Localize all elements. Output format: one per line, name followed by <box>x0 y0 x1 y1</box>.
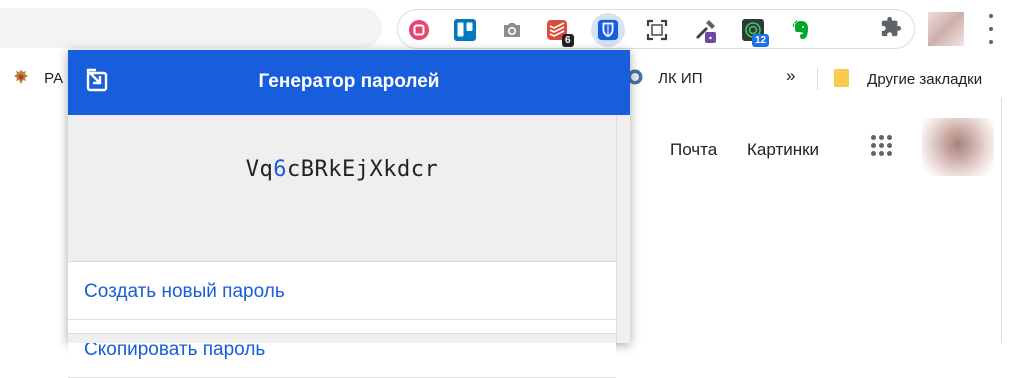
apps-dot <box>871 143 876 148</box>
color-picker-icon <box>696 20 716 43</box>
images-link[interactable]: Картинки <box>747 140 819 160</box>
apps-dot <box>887 151 892 156</box>
apps-dot <box>879 151 884 156</box>
generated-password: Vq6cBRkEjXkdcr <box>68 157 616 182</box>
copy-password-button[interactable]: Скопировать пароль <box>68 320 616 378</box>
profile-avatar-toolbar[interactable] <box>928 12 964 46</box>
bookmarks-separator <box>817 68 818 90</box>
bookmark-ra-label: РА <box>44 70 64 87</box>
bookmark-lk-ip[interactable]: ЛК ИП <box>626 68 702 87</box>
address-bar[interactable] <box>0 8 382 48</box>
mail-link[interactable]: Почта <box>670 140 717 160</box>
screenshot-icon <box>646 19 668 41</box>
apps-dot <box>887 135 892 140</box>
other-bookmarks-folder[interactable]: Другие закладки <box>833 68 982 88</box>
camera-icon <box>504 23 520 37</box>
todoist-badge: 6 <box>562 34 574 47</box>
trello-icon <box>454 19 476 41</box>
password-part: Vq <box>245 157 274 182</box>
bookmark-ra[interactable]: РА <box>12 68 63 87</box>
record-extension-button[interactable] <box>406 17 432 43</box>
trello-extension-button[interactable] <box>452 17 478 43</box>
puzzle-icon <box>881 16 902 37</box>
bookmarks-more-button[interactable]: » <box>786 66 795 86</box>
extensions-bar: 6 12 <box>397 9 915 49</box>
popup-scrollbar[interactable] <box>616 115 630 343</box>
bitwarden-shield-icon <box>597 19 619 41</box>
menu-dot <box>989 14 993 18</box>
folder-icon <box>834 69 849 87</box>
popup-body: Vq6cBRkEjXkdcr Создать новый пароль Скоп… <box>68 115 616 378</box>
apps-dot <box>871 151 876 156</box>
apps-dot <box>887 143 892 148</box>
page-scrollbar[interactable] <box>1001 98 1024 343</box>
google-apps-button[interactable] <box>871 135 893 157</box>
camera-extension-button[interactable] <box>499 17 525 43</box>
evernote-extension-button[interactable] <box>787 17 813 43</box>
radar-badge: 12 <box>752 34 770 47</box>
bitwarden-extension-button[interactable] <box>591 13 625 47</box>
other-bookmarks-label: Другие закладки <box>867 71 983 88</box>
extensions-menu-button[interactable] <box>880 16 902 43</box>
password-generator-popup: Генератор паролей Vq6cBRkEjXkdcr Создать… <box>68 50 630 378</box>
color-picker-extension-button[interactable] <box>692 17 718 43</box>
todoist-extension-button[interactable]: 6 <box>544 17 574 47</box>
menu-dot <box>989 40 993 44</box>
browser-menu-button[interactable] <box>986 14 996 44</box>
screenshot-extension-button[interactable] <box>644 17 670 43</box>
account-avatar[interactable] <box>922 118 994 176</box>
coat-of-arms-icon <box>14 70 28 84</box>
popup-title: Генератор паролей <box>258 71 440 92</box>
apps-dot <box>879 135 884 140</box>
radar-extension-button[interactable]: 12 <box>740 17 770 47</box>
popup-section-divider <box>68 333 616 343</box>
generated-password-area: Vq6cBRkEjXkdcr <box>68 115 616 262</box>
bookmark-lk-ip-label: ЛК ИП <box>658 70 703 87</box>
generate-password-button[interactable]: Создать новый пароль <box>68 262 616 320</box>
password-part: cBRkEjXkdcr <box>287 157 439 182</box>
password-digit: 6 <box>273 157 288 182</box>
evernote-icon <box>793 20 808 39</box>
apps-dot <box>879 143 884 148</box>
popup-header: Генератор паролей <box>68 50 630 115</box>
generate-password-label: Создать новый пароль <box>84 281 285 302</box>
menu-dot <box>989 27 993 31</box>
apps-dot <box>871 135 876 140</box>
record-icon <box>409 20 429 40</box>
